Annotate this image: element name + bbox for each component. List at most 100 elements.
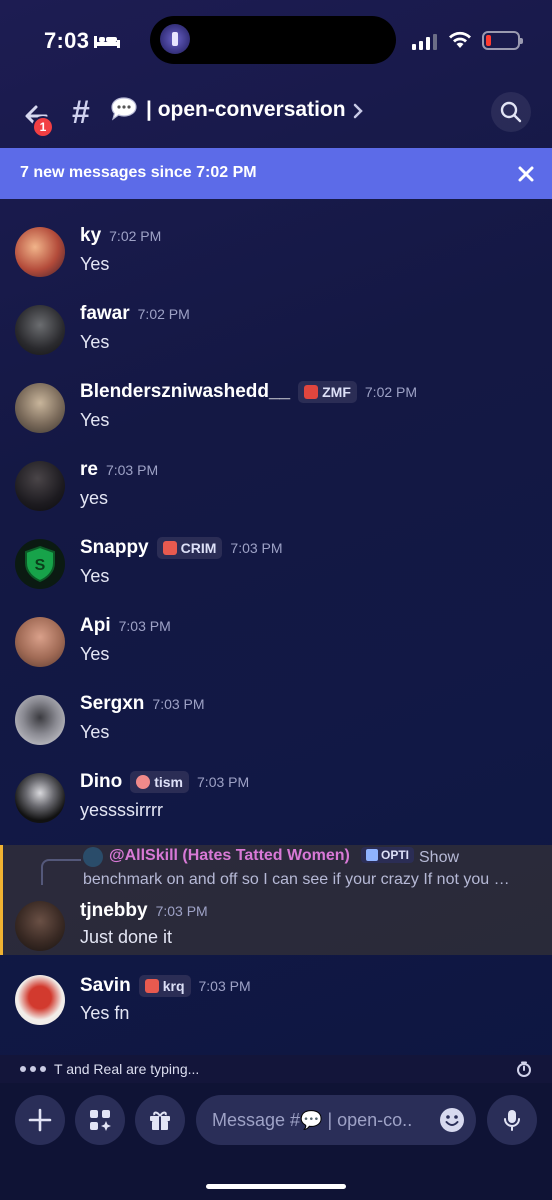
role-tag: CRIM [156, 537, 223, 559]
typing-dots-icon [20, 1066, 46, 1072]
message-text: Yes [80, 410, 110, 430]
message-text: yessssirrrr [80, 800, 163, 820]
svg-text:S: S [35, 557, 46, 574]
username[interactable]: Sergxn [80, 693, 144, 715]
timestamp: 7:03 PM [105, 462, 159, 478]
username[interactable]: re [80, 459, 98, 481]
plus-icon [28, 1108, 52, 1132]
username[interactable]: Blenderszniwashedd__ [80, 381, 290, 403]
search-icon [500, 101, 522, 123]
speech-bubble-icon [111, 97, 137, 121]
emoji-icon[interactable] [438, 1106, 466, 1134]
sleep-focus-icon [94, 36, 120, 48]
avatar[interactable] [15, 617, 65, 667]
username[interactable]: Savin [80, 975, 131, 997]
message-input[interactable]: Message #💬 | open-co.. [196, 1095, 476, 1145]
microphone-icon [504, 1110, 520, 1131]
message-text: Yes [80, 644, 110, 664]
message-item[interactable]: S Snappy CRIM 7:03 PM Yes [0, 525, 552, 603]
status-time: 7:03 [44, 28, 90, 53]
role-tag: krq [138, 975, 191, 997]
timestamp: 7:03 PM [198, 978, 251, 994]
search-button[interactable] [491, 92, 531, 132]
composer-bar: Message #💬 | open-co.. [0, 1083, 552, 1200]
avatar[interactable] [15, 975, 65, 1025]
timestamp: 7:03 PM [118, 618, 171, 634]
timestamp: 7:03 PM [230, 540, 283, 556]
role-tag: OPTI [361, 847, 415, 863]
timestamp: 7:03 PM [155, 903, 208, 919]
wifi-icon [449, 31, 471, 48]
gift-button[interactable] [135, 1095, 185, 1145]
username[interactable]: tjnebby [80, 900, 148, 922]
message-text: Yes [80, 566, 110, 586]
timestamp: 7:03 PM [152, 696, 205, 712]
message-text: Yes [80, 254, 110, 274]
tool-icon [366, 849, 378, 861]
timestamp: 7:02 PM [109, 228, 162, 244]
avatar[interactable] [15, 305, 65, 355]
reply-mention[interactable]: @AllSkill (Hates Tatted Women) [109, 847, 350, 865]
avatar[interactable] [15, 383, 65, 433]
channel-header: 1 # | open-conversation [0, 84, 552, 148]
channel-hash-icon: # [72, 94, 90, 130]
crosshair-icon [144, 979, 159, 993]
new-messages-text: 7 new messages since 7:02 PM [20, 164, 257, 181]
gift-icon [150, 1111, 170, 1130]
timestamp: 7:03 PM [197, 774, 250, 790]
message-item[interactable]: re 7:03 PM yes [0, 447, 552, 525]
chevron-right-icon[interactable] [352, 102, 364, 120]
avatar[interactable]: S [15, 539, 65, 589]
channel-name[interactable]: | open-conversation [146, 98, 346, 122]
timestamp: 7:02 PM [364, 384, 418, 400]
close-icon[interactable] [514, 162, 538, 186]
reply-connector [41, 859, 81, 885]
dynamic-island [150, 16, 396, 64]
message-text: Yes fn [80, 1003, 130, 1023]
shield-icon: S [25, 545, 55, 583]
avatar[interactable] [15, 901, 65, 951]
home-indicator[interactable] [206, 1184, 346, 1189]
username[interactable]: fawar [80, 303, 130, 325]
message-item[interactable]: Sergxn 7:03 PM Yes [0, 681, 552, 759]
apps-button[interactable] [75, 1095, 125, 1145]
voice-message-button[interactable] [487, 1095, 537, 1145]
message-text: Just done it [80, 927, 173, 947]
username[interactable]: Snappy [80, 537, 149, 559]
username[interactable]: Api [80, 615, 111, 637]
typing-text: T and Real are typing... [54, 1061, 200, 1077]
avatar[interactable] [15, 227, 65, 277]
add-attachment-button[interactable] [15, 1095, 65, 1145]
message-item[interactable]: ky 7:02 PM Yes [0, 213, 552, 291]
lips-icon [136, 775, 151, 789]
message-item[interactable]: Savin krq 7:03 PM Yes fn [0, 965, 552, 1043]
message-item[interactable]: Dino tism 7:03 PM yessssirrrr [0, 759, 552, 837]
battery-icon [482, 31, 523, 50]
apps-sparkle-icon [90, 1110, 111, 1131]
role-tag: ZMF [298, 381, 357, 403]
unread-badge: 1 [32, 116, 54, 138]
highlighted-reply-message[interactable]: Show benchmark on and off so I can see i… [0, 845, 552, 955]
message-text: yes [80, 488, 109, 508]
avatar[interactable] [15, 695, 65, 745]
message-item[interactable]: Blenderszniwashedd__ ZMF 7:02 PM Yes [0, 369, 552, 447]
status-bar: 7:03 [0, 0, 552, 84]
message-item[interactable]: fawar 7:02 PM Yes [0, 291, 552, 369]
flashlight-icon [160, 24, 190, 54]
username[interactable]: ky [80, 225, 101, 247]
message-item[interactable]: Api 7:03 PM Yes [0, 603, 552, 681]
message-input-placeholder: Message #💬 | open-co.. [212, 1110, 413, 1130]
username[interactable]: Dino [80, 771, 122, 793]
mushroom-icon [304, 385, 319, 399]
avatar[interactable] [15, 461, 65, 511]
avatar[interactable] [15, 773, 65, 823]
crosshair-icon [162, 541, 177, 555]
message-text: Yes [80, 332, 110, 352]
signal-icon [412, 34, 437, 50]
timestamp: 7:02 PM [137, 306, 190, 322]
role-tag: tism [130, 771, 190, 793]
typing-indicator: T and Real are typing... [0, 1055, 552, 1083]
message-list[interactable]: ky 7:02 PM Yes fawar 7:02 PM Yes Blender… [0, 199, 552, 1055]
slowmode-timer-icon[interactable] [516, 1061, 532, 1077]
new-messages-banner[interactable]: 7 new messages since 7:02 PM [0, 148, 552, 199]
